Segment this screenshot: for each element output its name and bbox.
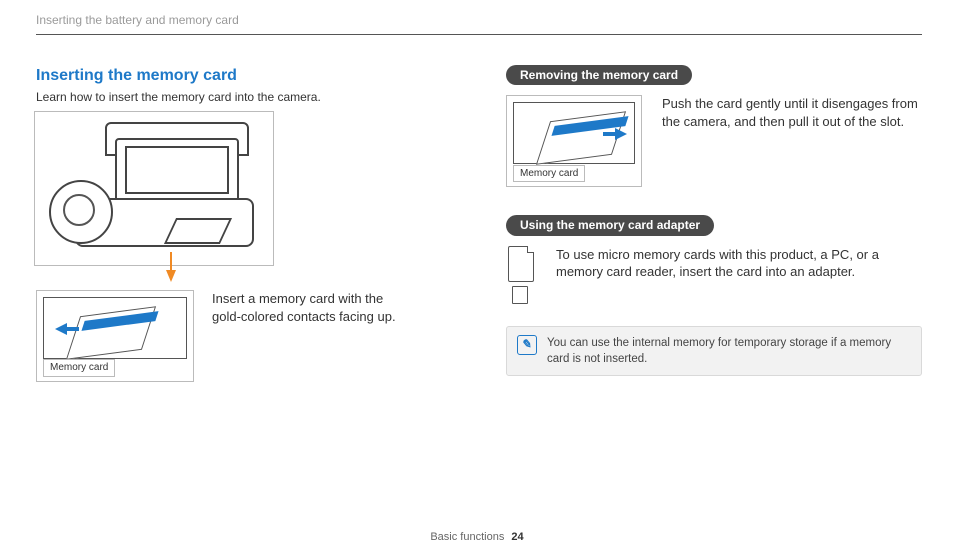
adapter-heading: Using the memory card adapter	[506, 215, 714, 235]
section-title: Inserting the memory card	[36, 65, 436, 87]
memory-card-caption: Memory card	[43, 359, 115, 377]
adapter-instruction-text: To use micro memory cards with this prod…	[556, 246, 906, 281]
arrow-right-icon	[615, 128, 627, 140]
note-text: You can use the internal memory for temp…	[547, 335, 911, 367]
page-footer: Basic functions 24	[0, 530, 954, 545]
remove-instruction-text: Push the card gently until it disengages…	[662, 95, 922, 130]
arrow-left-icon	[55, 323, 67, 335]
note-icon: ✎	[517, 335, 537, 355]
divider	[36, 34, 922, 35]
breadcrumb: Inserting the battery and memory card	[36, 12, 922, 34]
footer-page-number: 24	[511, 531, 523, 543]
note-box: ✎ You can use the internal memory for te…	[506, 326, 922, 376]
insert-instruction-text: Insert a memory card with the gold-color…	[212, 290, 412, 325]
section-lede: Learn how to insert the memory card into…	[36, 89, 436, 105]
memory-slot-remove-illustration: Memory card	[506, 95, 642, 187]
memory-card-caption: Memory card	[513, 165, 585, 183]
arrow-down-icon	[166, 270, 176, 282]
removing-card-heading: Removing the memory card	[506, 65, 692, 85]
memory-slot-insert-illustration: Memory card	[36, 290, 194, 382]
adapter-illustration	[506, 246, 538, 302]
camera-illustration	[34, 111, 274, 266]
footer-section: Basic functions	[430, 531, 504, 543]
